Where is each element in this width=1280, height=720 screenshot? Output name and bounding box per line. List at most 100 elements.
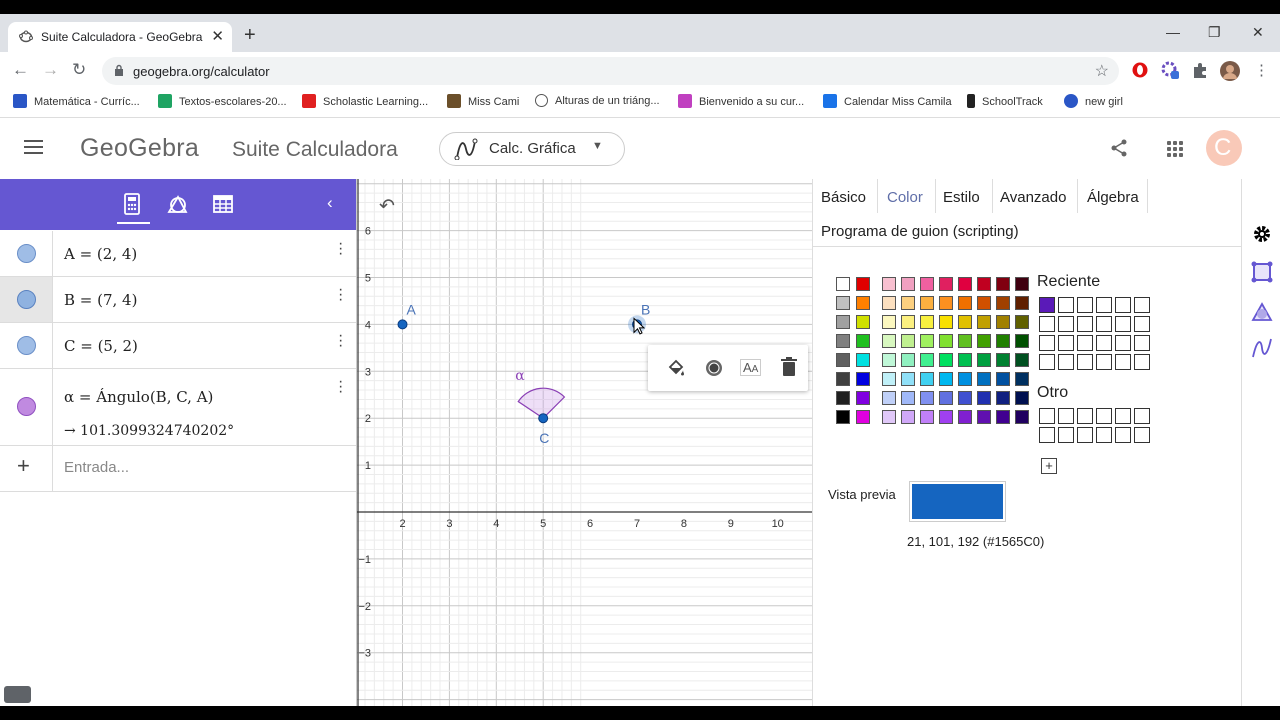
color-swatch[interactable] xyxy=(901,372,915,386)
browser-menu-icon[interactable]: ⋮ xyxy=(1254,61,1269,79)
delete-icon[interactable] xyxy=(780,357,798,377)
recent-color-slot[interactable] xyxy=(1134,297,1150,313)
bookmark-item[interactable]: Bienvenido a su cur... xyxy=(678,94,804,108)
recent-color-slot[interactable] xyxy=(1039,354,1055,370)
color-swatch[interactable] xyxy=(836,315,850,329)
color-swatch[interactable] xyxy=(882,334,896,348)
tab-algebra[interactable]: Álgebra xyxy=(1087,189,1139,206)
color-swatch[interactable] xyxy=(920,391,934,405)
color-swatch[interactable] xyxy=(996,296,1010,310)
color-swatch[interactable] xyxy=(920,353,934,367)
color-swatch[interactable] xyxy=(901,315,915,329)
user-avatar[interactable]: C xyxy=(1206,130,1242,166)
recent-color-slot[interactable] xyxy=(1058,354,1074,370)
geometry-settings-icon[interactable] xyxy=(1251,301,1273,323)
tab-scripting[interactable]: Programa de guion (scripting) xyxy=(821,223,1019,240)
color-swatch[interactable] xyxy=(939,353,953,367)
color-swatch[interactable] xyxy=(977,410,991,424)
color-swatch[interactable] xyxy=(977,353,991,367)
bookmark-item[interactable]: Matemática - Curríc... xyxy=(13,94,140,108)
undo-icon[interactable]: ↶ xyxy=(379,195,395,218)
profile-avatar-icon[interactable] xyxy=(1220,61,1240,81)
color-swatch[interactable] xyxy=(958,353,972,367)
tab-estilo[interactable]: Estilo xyxy=(943,189,980,206)
color-swatch[interactable] xyxy=(996,372,1010,386)
color-swatch[interactable] xyxy=(977,372,991,386)
graph-canvas[interactable]: 2 3 4 5 6 7 8 9 10 6 5 4 3 2 1 −1 −2 −3 α A B C xyxy=(357,179,812,706)
custom-color-slot[interactable] xyxy=(1115,427,1131,443)
color-swatch[interactable] xyxy=(920,410,934,424)
color-swatch[interactable] xyxy=(920,277,934,291)
color-swatch[interactable] xyxy=(939,391,953,405)
color-swatch[interactable] xyxy=(856,296,870,310)
color-swatch[interactable] xyxy=(901,353,915,367)
color-swatch[interactable] xyxy=(958,410,972,424)
share-icon[interactable] xyxy=(1109,138,1129,158)
color-swatch[interactable] xyxy=(836,296,850,310)
color-swatch[interactable] xyxy=(1015,391,1029,405)
custom-color-slot[interactable] xyxy=(1058,408,1074,424)
recent-color-slot[interactable] xyxy=(1096,354,1112,370)
color-swatch[interactable] xyxy=(958,391,972,405)
color-swatch[interactable] xyxy=(977,391,991,405)
keyboard-icon[interactable] xyxy=(4,686,31,703)
custom-color-slot[interactable] xyxy=(1077,408,1093,424)
recent-color-slot[interactable] xyxy=(1039,316,1055,332)
settings-gear-icon[interactable] xyxy=(1252,224,1272,244)
reload-button[interactable]: ↻ xyxy=(72,60,86,80)
row-menu-icon[interactable]: · · · xyxy=(338,328,343,354)
color-swatch[interactable] xyxy=(882,296,896,310)
color-swatch[interactable] xyxy=(977,277,991,291)
color-swatch[interactable] xyxy=(836,334,850,348)
color-swatch[interactable] xyxy=(1015,296,1029,310)
visibility-toggle[interactable] xyxy=(17,397,36,416)
color-swatch[interactable] xyxy=(996,277,1010,291)
recent-color-slot[interactable] xyxy=(1134,335,1150,351)
color-swatch[interactable] xyxy=(920,334,934,348)
recent-color-slot[interactable] xyxy=(1077,316,1093,332)
recent-color-slot[interactable] xyxy=(1134,316,1150,332)
color-swatch[interactable] xyxy=(1015,410,1029,424)
color-swatch[interactable] xyxy=(920,315,934,329)
function-settings-icon[interactable] xyxy=(1251,337,1273,359)
custom-color-slot[interactable] xyxy=(1077,427,1093,443)
algebra-expression[interactable]: A = (2, 4) xyxy=(64,245,137,263)
bookmark-item[interactable]: Calendar Miss Camila xyxy=(823,94,952,108)
color-swatch[interactable] xyxy=(920,296,934,310)
apps-grid-icon[interactable] xyxy=(1167,141,1183,157)
recent-color-slot[interactable] xyxy=(1134,354,1150,370)
recent-color-slot[interactable] xyxy=(1077,335,1093,351)
color-swatch[interactable] xyxy=(901,410,915,424)
color-swatch[interactable] xyxy=(1015,334,1029,348)
recent-color-slot[interactable] xyxy=(1115,316,1131,332)
recent-color-slot[interactable] xyxy=(1077,354,1093,370)
algebra-row-a[interactable]: A = (2, 4) · · · xyxy=(0,231,356,277)
color-swatch[interactable] xyxy=(856,410,870,424)
recent-color-slot[interactable] xyxy=(1058,297,1074,313)
color-swatch[interactable] xyxy=(882,353,896,367)
bookmark-item[interactable]: new girl xyxy=(1064,94,1123,108)
extensions-puzzle-icon[interactable] xyxy=(1191,61,1209,79)
fill-color-icon[interactable] xyxy=(666,358,686,378)
minimize-button[interactable]: — xyxy=(1166,24,1180,40)
color-swatch[interactable] xyxy=(836,372,850,386)
color-swatch[interactable] xyxy=(882,372,896,386)
algebra-row-alpha[interactable]: α = Ángulo(B, C, A) → 101.3099324740202°… xyxy=(0,369,356,446)
recent-color-slot[interactable] xyxy=(1096,335,1112,351)
color-swatch[interactable] xyxy=(901,391,915,405)
color-swatch[interactable] xyxy=(939,277,953,291)
color-swatch[interactable] xyxy=(882,391,896,405)
tab-close-icon[interactable]: ✕ xyxy=(211,27,224,45)
color-swatch[interactable] xyxy=(958,334,972,348)
visibility-toggle[interactable] xyxy=(17,336,36,355)
color-swatch[interactable] xyxy=(1015,315,1029,329)
recent-color-slot[interactable] xyxy=(1115,297,1131,313)
color-swatch[interactable] xyxy=(939,410,953,424)
hamburger-menu-icon[interactable] xyxy=(24,140,43,158)
color-swatch[interactable] xyxy=(836,391,850,405)
color-swatch[interactable] xyxy=(977,296,991,310)
recent-color-slot[interactable] xyxy=(1077,297,1093,313)
color-swatch[interactable] xyxy=(939,315,953,329)
color-swatch[interactable] xyxy=(901,334,915,348)
color-swatch[interactable] xyxy=(1015,353,1029,367)
